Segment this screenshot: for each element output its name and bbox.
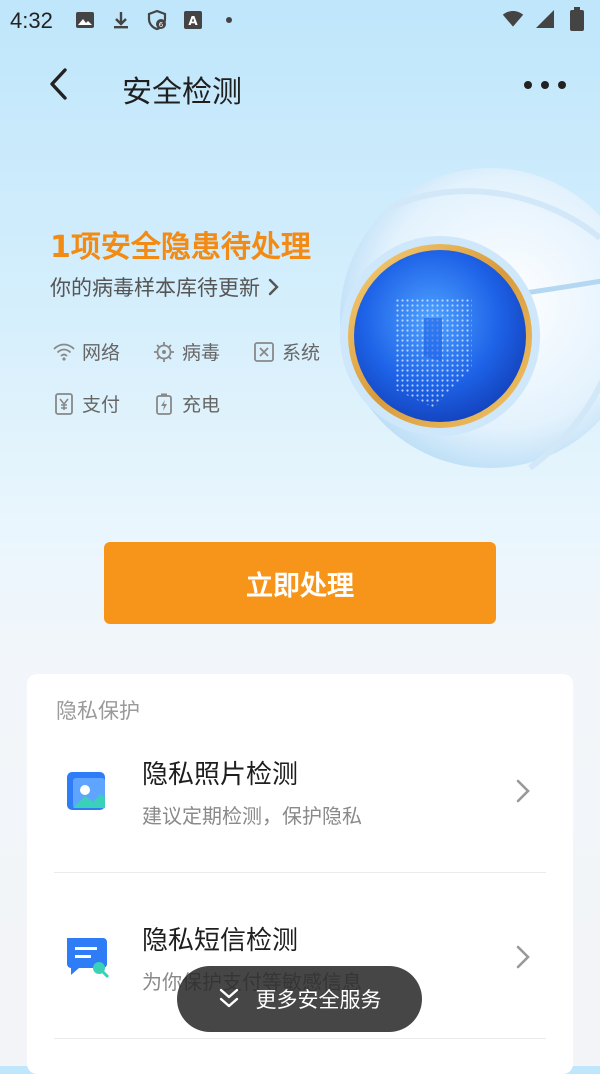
privacy-photo-check-row[interactable]: 隐私照片检测 建议定期检测，保护隐私 — [27, 726, 573, 876]
top-app-bar: 安全检测 — [0, 50, 600, 120]
check-label-system: 系统 — [282, 342, 321, 364]
alert-title: 1项安全隐患待处理 — [50, 230, 311, 265]
check-label-charging: 充电 — [182, 394, 221, 416]
virus-db-update-link[interactable]: 你的病毒样本库待更新 — [50, 272, 280, 302]
battery-icon — [566, 7, 588, 31]
check-label-payment: 支付 — [82, 394, 121, 416]
signal-icon — [534, 8, 556, 30]
alert-subtitle: 你的病毒样本库待更新 — [50, 276, 260, 300]
security-shield-graphic — [330, 168, 600, 488]
chevron-right-icon — [516, 945, 530, 969]
charging-check-icon — [156, 393, 172, 415]
row-divider — [54, 1038, 546, 1039]
back-button[interactable] — [38, 64, 78, 104]
chevron-left-icon — [50, 68, 67, 100]
wifi-icon — [502, 8, 524, 30]
photo-privacy-icon — [67, 772, 105, 810]
more-button[interactable] — [520, 68, 570, 102]
row-description: 建议定期检测，保护隐私 — [142, 804, 362, 828]
chevron-right-icon — [516, 779, 530, 803]
status-bar: 4:32 6 A — [0, 0, 600, 42]
chevron-right-icon — [268, 278, 279, 296]
page-title: 安全检测 — [122, 75, 242, 110]
sms-privacy-icon — [67, 938, 110, 979]
row-divider — [54, 872, 546, 873]
check-item-network: 网络 — [52, 338, 120, 365]
more-services-label: 更多安全服务 — [255, 988, 382, 1012]
system-check-icon — [254, 341, 274, 362]
row-title: 隐私照片检测 — [142, 760, 299, 790]
svg-text:A: A — [188, 14, 198, 28]
download-icon — [110, 9, 132, 31]
double-chevron-down-icon — [219, 988, 238, 1008]
check-item-system: 系统 — [252, 338, 320, 365]
virus-check-icon — [154, 341, 174, 362]
image-icon — [74, 9, 96, 31]
check-item-charging: 充电 — [152, 390, 220, 417]
payment-check-icon — [55, 392, 73, 415]
more-dots-icon — [524, 81, 566, 89]
card-title: 隐私保护 — [56, 699, 140, 723]
check-label-network: 网络 — [82, 342, 121, 364]
wifi-check-icon — [53, 343, 75, 361]
vpn-shield-icon: 6 — [146, 9, 168, 31]
status-icons-left: 6 A — [74, 9, 240, 31]
status-time: 4:32 — [10, 8, 53, 33]
row-title: 隐私短信检测 — [142, 926, 299, 956]
handle-now-button[interactable]: 立即处理 — [104, 542, 496, 624]
check-item-virus: 病毒 — [152, 338, 220, 365]
check-label-virus: 病毒 — [182, 342, 221, 364]
svg-text:6: 6 — [159, 21, 164, 29]
status-icons-right — [502, 7, 588, 31]
check-item-payment: 支付 — [52, 390, 120, 417]
font-icon: A — [182, 9, 204, 31]
dot-icon — [218, 9, 240, 31]
more-security-services-button[interactable]: 更多安全服务 — [177, 966, 422, 1032]
